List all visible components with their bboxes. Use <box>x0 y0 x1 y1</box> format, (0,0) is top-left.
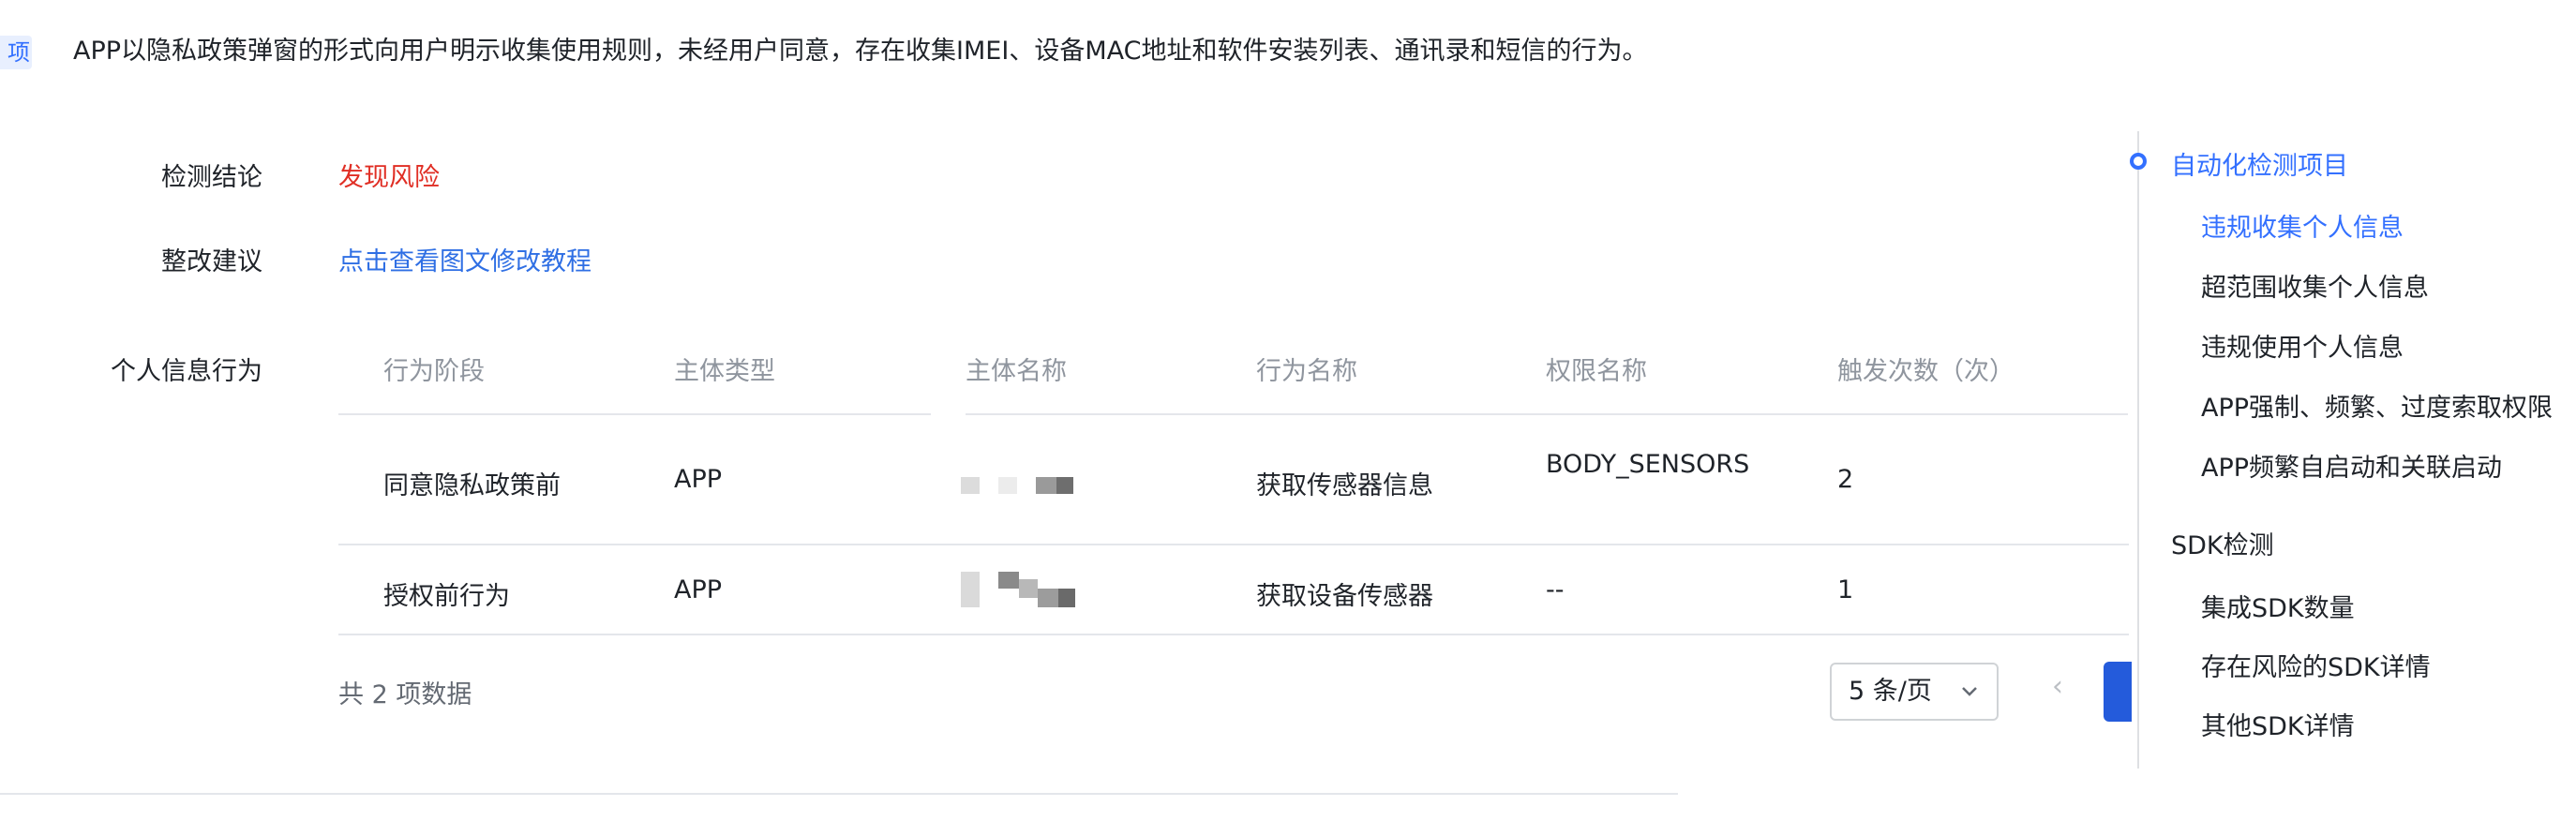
behavior-label: 个人信息行为 <box>111 357 262 386</box>
header-divider <box>966 413 2128 415</box>
column-header-permission: 权限名称 <box>1546 357 1647 386</box>
row-divider <box>338 544 2129 545</box>
redacted-name <box>961 570 1078 611</box>
total-count: 共 2 项数据 <box>338 680 472 709</box>
column-header-type: 主体类型 <box>674 357 775 386</box>
page-size-value: 5 条/页 <box>1849 677 1932 706</box>
column-header-name: 主体名称 <box>966 357 1067 386</box>
advice-tutorial-link[interactable]: 点击查看图文修改教程 <box>338 241 592 277</box>
toc-item-illegal-use[interactable]: 违规使用个人信息 <box>2201 327 2404 364</box>
table-bottom-divider <box>338 634 2129 635</box>
cell-permission: -- <box>1546 575 1565 605</box>
prev-page-icon[interactable]: ‹ <box>2044 670 2072 703</box>
chevron-down-icon <box>1959 664 1980 740</box>
column-header-stage: 行为阶段 <box>383 357 485 386</box>
toc-item-illegal-collection[interactable]: 违规收集个人信息 <box>2201 207 2404 244</box>
toc-item-sdk-count[interactable]: 集成SDK数量 <box>2201 588 2355 624</box>
cell-type: APP <box>674 575 723 605</box>
redacted-name <box>961 473 1073 496</box>
toc-item-excessive-permissions[interactable]: APP强制、频繁、过度索取权限 <box>2201 387 2553 424</box>
cell-type: APP <box>674 465 723 494</box>
toc-item-other-sdk[interactable]: 其他SDK详情 <box>2201 706 2355 742</box>
column-header-action: 行为名称 <box>1256 357 1357 386</box>
toc-item-risky-sdk[interactable]: 存在风险的SDK详情 <box>2201 647 2431 683</box>
toc-rail <box>2137 131 2139 769</box>
toc-item-over-scope-collection[interactable]: 超范围收集个人信息 <box>2201 267 2429 304</box>
cell-permission: BODY_SENSORS <box>1546 450 1750 479</box>
issue-index-badge: 项2 <box>0 36 32 69</box>
cell-stage: 授权前行为 <box>383 582 510 611</box>
section-divider <box>0 793 1678 795</box>
toc-item-sdk-detection[interactable]: SDK检测 <box>2171 525 2274 561</box>
current-page-button[interactable] <box>2104 662 2132 722</box>
page-size-select[interactable]: 5 条/页 <box>1830 663 1999 721</box>
toc-item-auto-detection[interactable]: 自动化检测项目 <box>2171 145 2348 182</box>
conclusion-value: 发现风险 <box>338 163 440 192</box>
cell-action: 获取传感器信息 <box>1256 471 1433 500</box>
advice-label: 整改建议 <box>161 247 262 276</box>
conclusion-label: 检测结论 <box>161 163 262 192</box>
cell-action: 获取设备传感器 <box>1256 582 1433 611</box>
cell-stage: 同意隐私政策前 <box>383 471 561 500</box>
cell-count: 1 <box>1837 575 1854 605</box>
cell-count: 2 <box>1837 465 1854 494</box>
header-divider <box>338 413 931 415</box>
column-header-count: 触发次数（次） <box>1837 357 2014 386</box>
toc-active-marker-icon <box>2130 153 2147 170</box>
toc-item-frequent-autostart[interactable]: APP频繁自启动和关联启动 <box>2201 447 2502 484</box>
issue-description: APP以隐私政策弹窗的形式向用户明示收集使用规则，未经用户同意，存在收集IMEI… <box>73 37 1648 66</box>
